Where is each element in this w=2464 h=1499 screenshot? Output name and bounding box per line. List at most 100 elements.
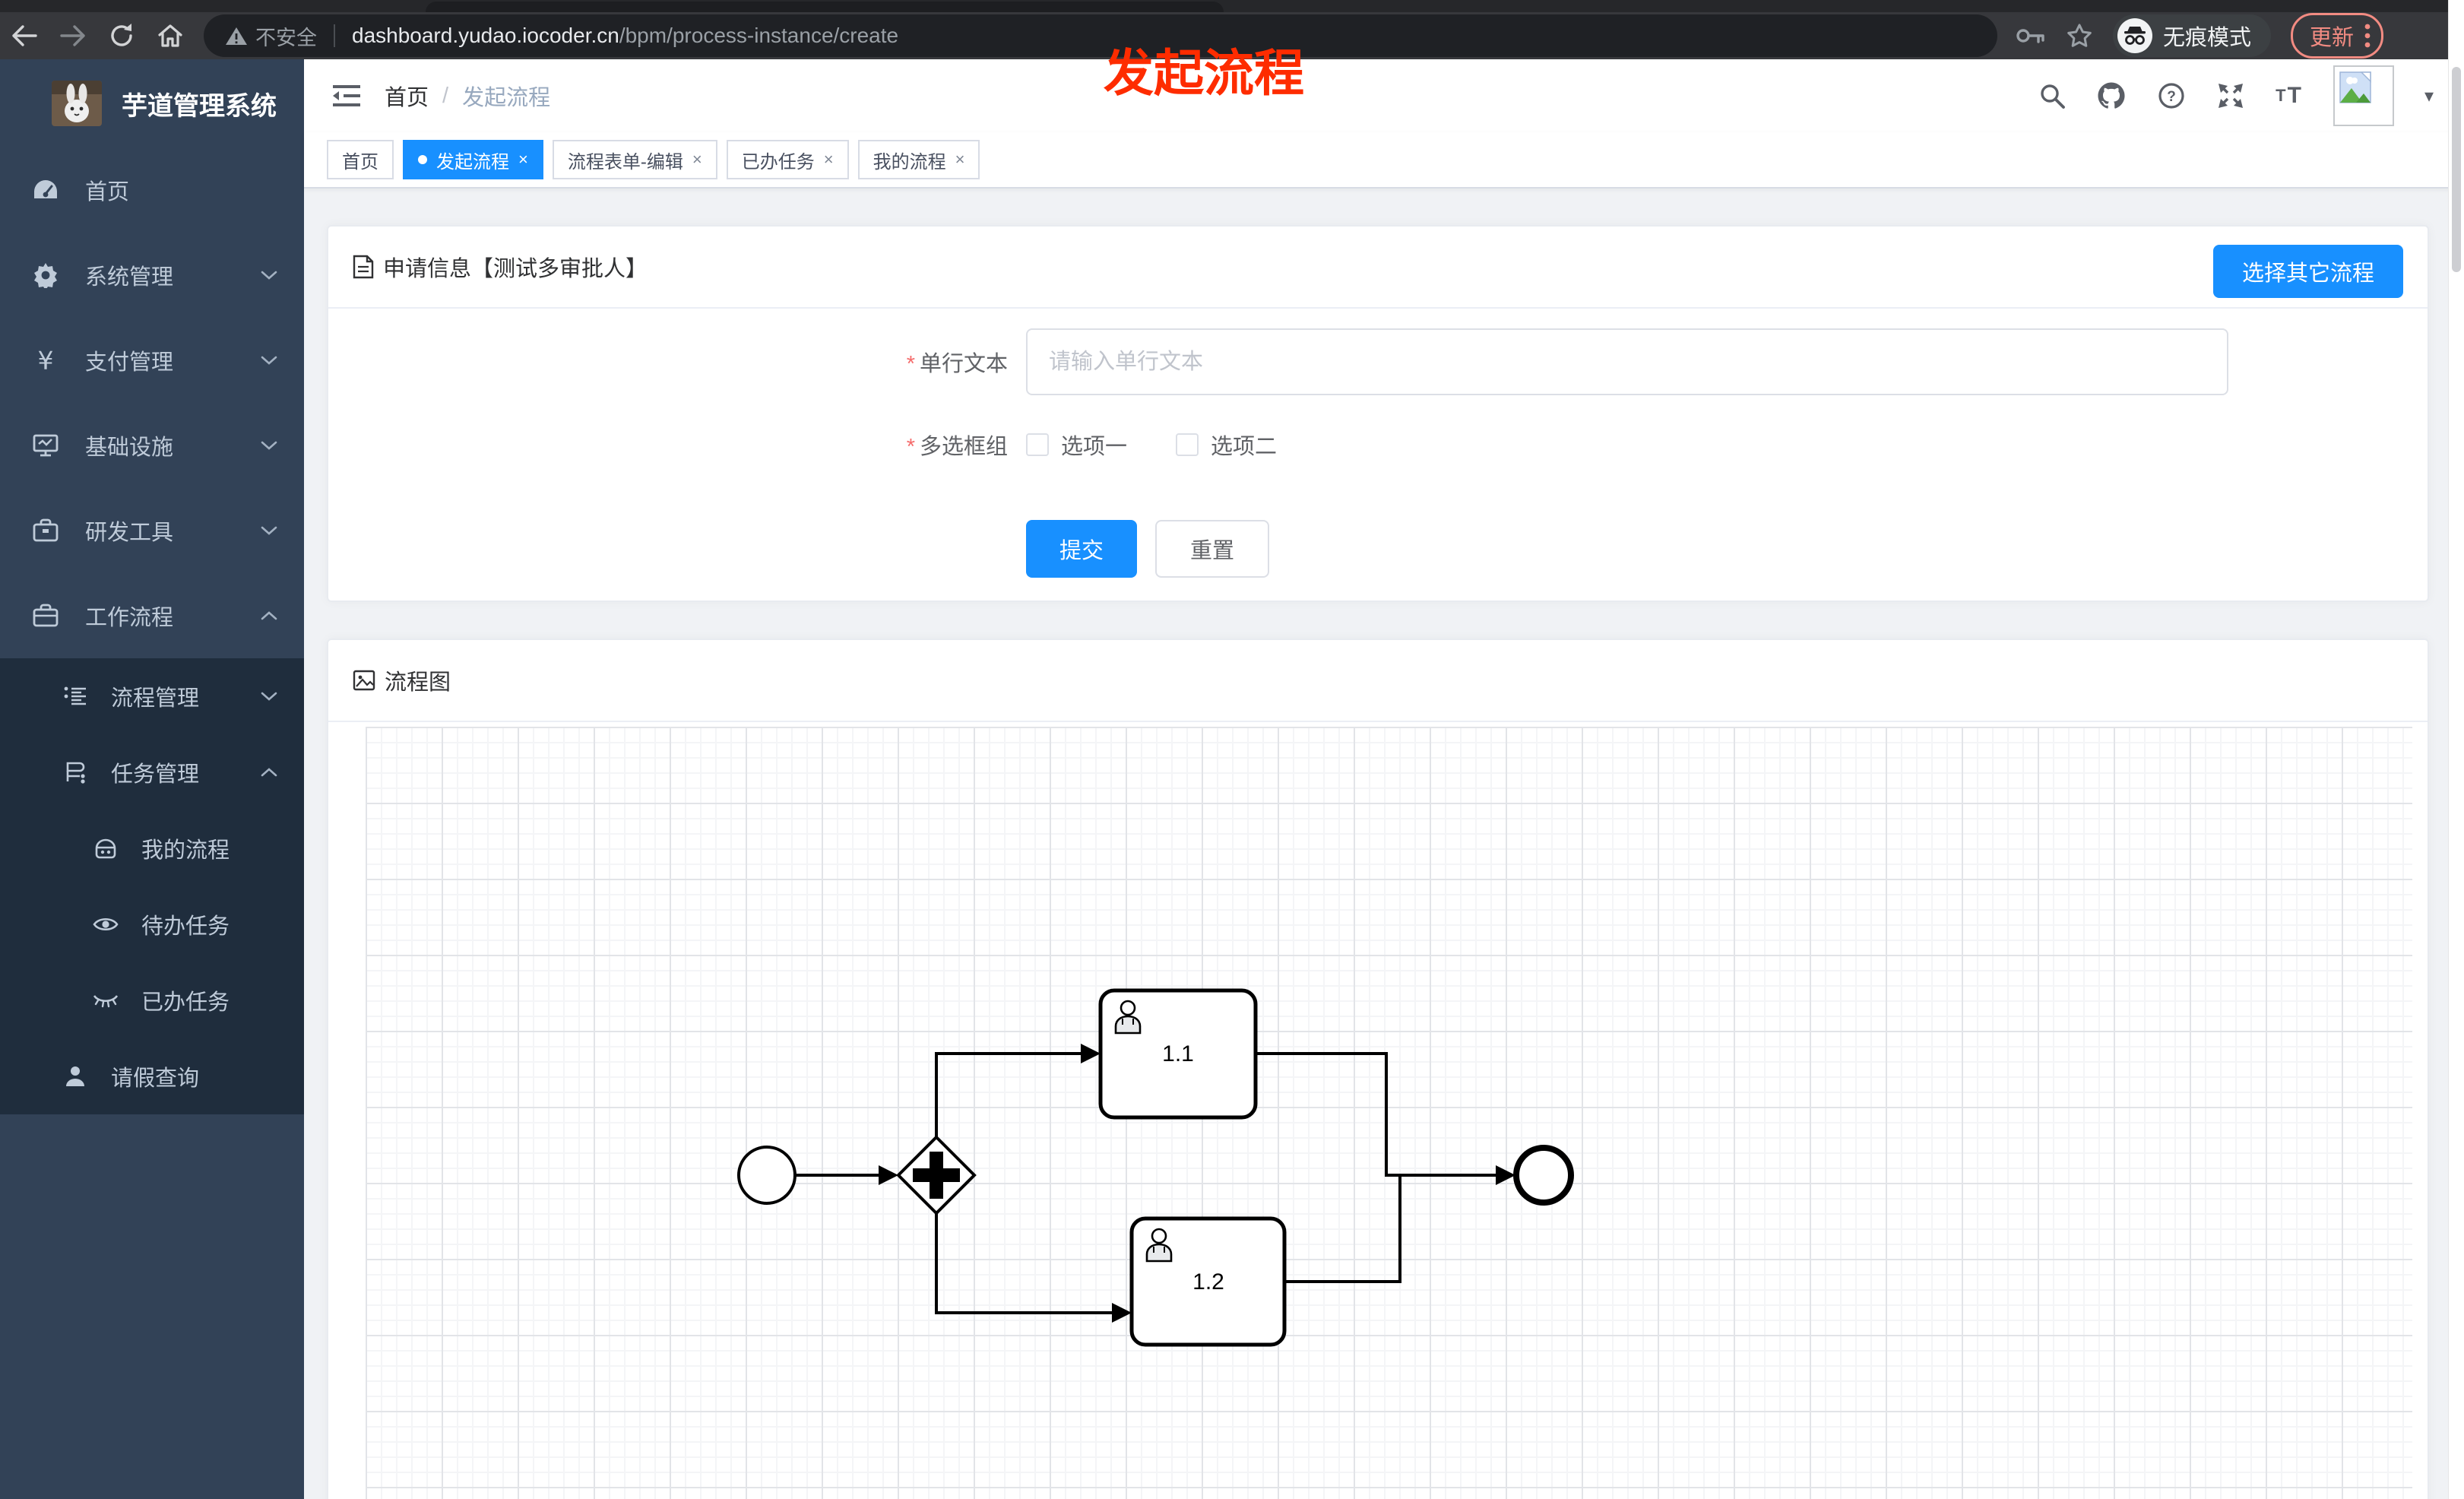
bpmn-canvas[interactable]: 1.1 1.2 [366, 727, 2412, 1499]
incognito-badge: 无痕模式 [2113, 14, 2272, 57]
url-text[interactable]: dashboard.yudao.iocoder.cn/bpm/process-i… [352, 24, 898, 48]
chevron-down-icon[interactable]: ▾ [2424, 85, 2434, 107]
tab-my-process[interactable]: 我的流程 × [857, 140, 980, 179]
app-frame: 芋道管理系统 首页 系统管理 ¥ 支付管理 基础设施 研发工具 工作流程 流程管… [0, 59, 2464, 1499]
url-bar[interactable]: 不安全 dashboard.yudao.iocoder.cn/bpm/proce… [204, 14, 1997, 57]
sidebar-collapse-button[interactable] [331, 83, 362, 109]
fullscreen-button[interactable] [2216, 81, 2245, 110]
task-label: 1.1 [1162, 1041, 1194, 1066]
update-label: 更新 [2310, 26, 2355, 50]
bookmark-star-button[interactable] [2066, 23, 2093, 49]
tab-start-process[interactable]: 发起流程 × [403, 140, 543, 179]
tab-done-tasks[interactable]: 已办任务 × [726, 140, 849, 179]
choose-other-process-button[interactable]: 选择其它流程 [2212, 245, 2403, 298]
checkbox-label: 选项二 [1211, 435, 1278, 459]
sidebar-item-my-process[interactable]: 我的流程 [0, 810, 304, 886]
password-key-button[interactable] [2016, 26, 2046, 46]
home-button[interactable] [146, 14, 195, 57]
single-line-text-input[interactable] [1026, 328, 2228, 395]
broken-image-icon [2339, 71, 2371, 103]
robot-face-icon [93, 838, 119, 859]
github-icon [2098, 82, 2125, 109]
browser-tab-strip [0, 0, 2464, 12]
sidebar-item-leave-query[interactable]: 请假查询 [0, 1038, 304, 1114]
yen-icon: ¥ [37, 345, 54, 376]
sidebar-item-infra[interactable]: 基础设施 [0, 403, 304, 488]
sidebar-item-workflow[interactable]: 工作流程 [0, 573, 304, 658]
sidebar-item-todo-tasks[interactable]: 待办任务 [0, 886, 304, 962]
gateway-plus-icon [930, 1152, 943, 1199]
flow-gateway-to-task1[interactable] [935, 1052, 1081, 1137]
process-list-icon [62, 685, 88, 708]
breadcrumb-home[interactable]: 首页 [385, 80, 429, 112]
close-icon[interactable]: × [955, 150, 965, 170]
search-icon [2054, 98, 2066, 109]
forward-button[interactable] [49, 14, 97, 57]
breadcrumb-separator: / [442, 83, 449, 108]
incognito-icon [2117, 18, 2152, 53]
reload-button[interactable] [97, 14, 146, 57]
close-icon[interactable]: × [824, 150, 834, 170]
browser-active-tab[interactable] [426, 2, 1224, 12]
back-button[interactable] [0, 14, 49, 57]
sidebar-item-process-mgmt[interactable]: 流程管理 [0, 658, 304, 734]
security-indicator[interactable]: 不安全 [225, 21, 317, 51]
header-actions: ? TT ▾ [2038, 59, 2434, 132]
close-icon[interactable]: × [692, 150, 702, 170]
font-size-button[interactable]: TT [2276, 83, 2303, 109]
hamburger-icon [333, 91, 339, 100]
sidebar-item-payment[interactable]: ¥ 支付管理 [0, 318, 304, 403]
page-header: 首页 / 发起流程 ? TT ▾ [304, 59, 2464, 132]
browser-menu-icon[interactable] [2364, 23, 2371, 49]
tags-view-bar: 首页 发起流程 × 流程表单-编辑 × 已办任务 × 我的流程 × [304, 132, 2464, 189]
annotation-text: 发起流程 [1104, 45, 1304, 101]
back-icon [12, 25, 37, 46]
chevron-down-icon [260, 524, 278, 537]
sidebar-item-label: 基础设施 [85, 436, 174, 460]
sidebar-item-done-tasks[interactable]: 已办任务 [0, 962, 304, 1038]
end-event[interactable] [1513, 1145, 1574, 1206]
chevron-down-icon [260, 690, 278, 702]
sidebar-item-label: 首页 [85, 180, 130, 204]
avatar[interactable] [2333, 65, 2394, 126]
search-button[interactable] [2038, 82, 2066, 109]
sidebar-item-system[interactable]: 系统管理 [0, 233, 304, 318]
update-button[interactable]: 更新 [2291, 13, 2384, 59]
tab-home[interactable]: 首页 [327, 140, 394, 179]
checkbox-option-1[interactable]: 选项一 [1026, 429, 1127, 461]
toolbox-icon [32, 518, 59, 543]
monitor-icon [32, 433, 59, 458]
sidebar-item-label: 任务管理 [111, 762, 200, 787]
checkbox-label: 选项一 [1061, 435, 1128, 459]
eye-open-icon [93, 915, 119, 933]
help-button[interactable]: ? [2157, 81, 2186, 110]
github-button[interactable] [2096, 81, 2127, 111]
flow-task2-to-end[interactable] [1284, 1174, 1496, 1283]
sidebar-item-devtools[interactable]: 研发工具 [0, 488, 304, 573]
chevron-up-icon [260, 610, 278, 622]
reset-button[interactable]: 重置 [1155, 520, 1270, 578]
bpmn-diagram: 1.1 1.2 [737, 988, 1574, 1347]
tab-form-edit[interactable]: 流程表单-编辑 × [552, 140, 717, 179]
sidebar-item-label: 已办任务 [141, 990, 230, 1015]
page-scrollbar[interactable] [2448, 0, 2464, 1499]
card-title: 申请信息【测试多审批人】 [383, 257, 648, 281]
url-path: /bpm/process-instance/create [619, 24, 899, 47]
chevron-down-icon [260, 439, 278, 452]
sidebar-item-home[interactable]: 首页 [0, 147, 304, 233]
submit-button[interactable]: 提交 [1026, 520, 1138, 578]
sidebar-item-task-mgmt[interactable]: 任务管理 [0, 734, 304, 810]
flow-gateway-to-task2[interactable] [935, 1213, 1112, 1314]
sidebar-logo[interactable]: 芋道管理系统 [0, 59, 304, 147]
start-event[interactable] [737, 1146, 797, 1205]
scrollbar-thumb[interactable] [2452, 67, 2461, 272]
sidebar-item-label: 待办任务 [141, 914, 230, 939]
apply-card-header: 申请信息【测试多审批人】 [328, 227, 2428, 309]
dashboard-icon [32, 179, 59, 201]
checkbox-option-2[interactable]: 选项二 [1176, 429, 1277, 461]
flow-task1-to-end[interactable] [1256, 1052, 1496, 1177]
close-icon[interactable]: × [518, 150, 528, 170]
checkbox-icon[interactable] [1026, 433, 1049, 456]
checkbox-icon[interactable] [1176, 433, 1199, 456]
required-mark: * [906, 435, 915, 459]
